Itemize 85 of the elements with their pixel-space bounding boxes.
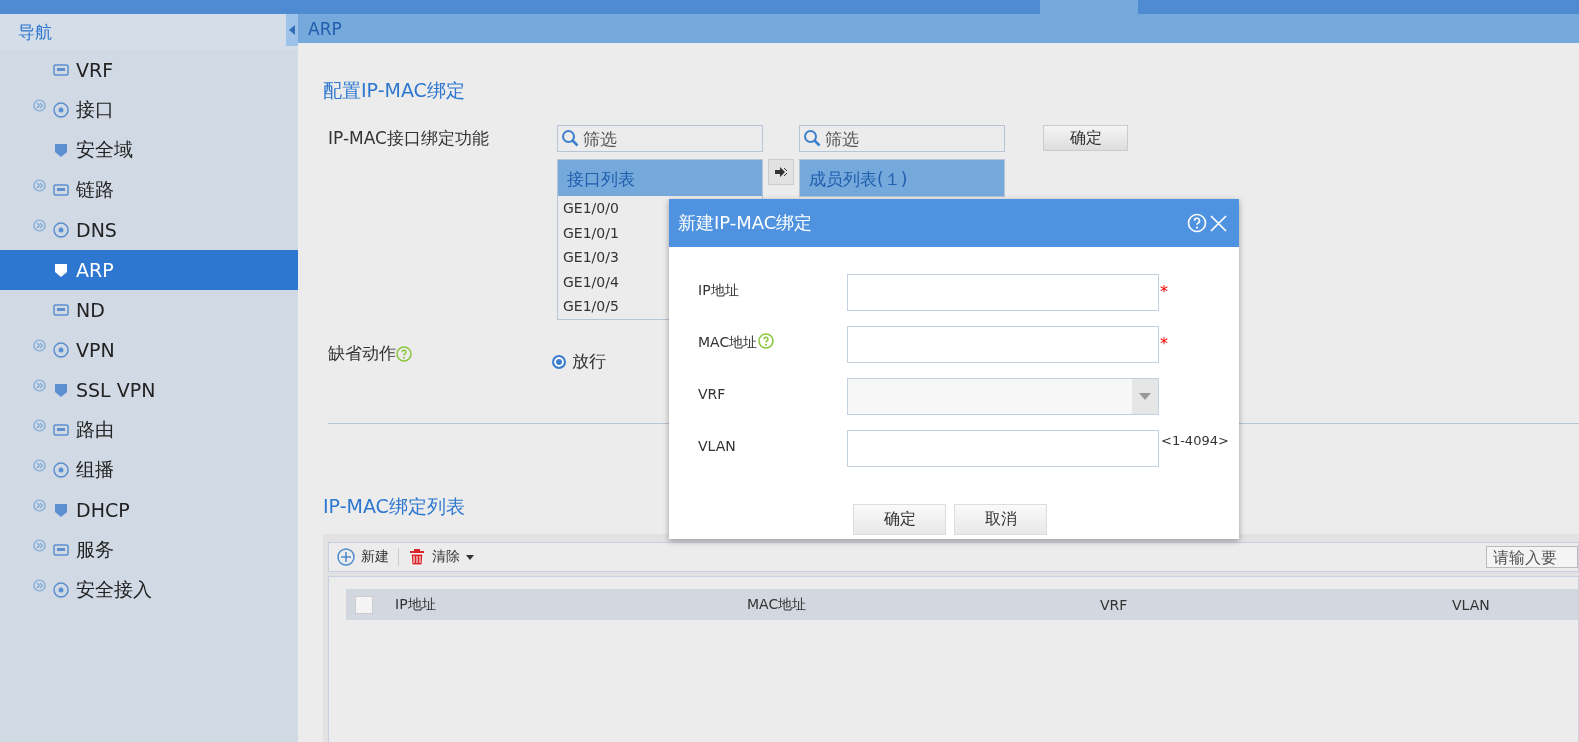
field-label: 缺省动作 <box>328 342 396 365</box>
section-title: IP-MAC绑定列表 <box>323 494 465 519</box>
menu-item-icon <box>52 541 70 559</box>
sidebar-item[interactable]: SSL VPN <box>0 370 298 410</box>
menu-item-icon <box>52 181 70 199</box>
expand-icon[interactable] <box>33 459 46 472</box>
menu-item-icon <box>52 501 70 519</box>
expand-icon[interactable] <box>33 99 46 112</box>
clear-button[interactable]: 清除 <box>405 548 477 566</box>
sidebar-item[interactable]: 链路 <box>0 170 298 210</box>
input-field[interactable] <box>847 274 1159 311</box>
column-header[interactable]: VRF <box>1100 596 1452 613</box>
menu-item-icon <box>52 261 70 279</box>
arrow-right-icon <box>775 167 787 178</box>
menu-item-icon <box>52 341 70 359</box>
caret-icon <box>1139 393 1151 400</box>
search-field[interactable]: 请输入要 <box>1486 546 1578 568</box>
field-label: VLAN <box>698 438 736 454</box>
select-all-checkbox[interactable] <box>355 595 373 614</box>
range-hint: <1-4094> <box>1161 433 1229 448</box>
radio-button[interactable] <box>552 354 566 369</box>
menu-item-icon <box>52 221 70 239</box>
sidebar-item[interactable]: VPN <box>0 330 298 370</box>
sidebar-title: 导航 <box>18 20 52 44</box>
sidebar-item[interactable]: DNS <box>0 210 298 250</box>
required-mark: * <box>1160 282 1168 301</box>
filter-field[interactable]: 筛选 <box>557 125 763 153</box>
menu-item-icon <box>52 421 70 439</box>
expand-icon[interactable] <box>33 579 46 592</box>
expand-icon[interactable] <box>33 499 46 512</box>
caret-icon <box>466 554 474 560</box>
expand-icon[interactable] <box>33 539 46 552</box>
field-label: MAC地址 <box>698 334 758 352</box>
collapse-sidebar-button[interactable] <box>286 14 298 46</box>
field-label: IP-MAC接口绑定功能 <box>328 127 490 151</box>
sidebar-item[interactable]: 安全域 <box>0 130 298 170</box>
menu-item-icon <box>52 141 70 159</box>
menu-item-icon <box>52 101 70 119</box>
dialog-button[interactable]: 确定 <box>853 504 946 535</box>
radio-option[interactable]: 放行 <box>552 350 606 373</box>
menu-item-icon <box>52 301 70 319</box>
expand-icon[interactable] <box>33 219 46 232</box>
dialog-title: 新建IP-MAC绑定 <box>678 211 814 235</box>
confirm-button[interactable]: 确定 <box>1043 125 1128 152</box>
trash-icon <box>408 548 426 566</box>
menu-item-icon <box>52 61 70 79</box>
field-label: IP地址 <box>698 282 739 300</box>
filter-field[interactable]: 筛选 <box>799 125 1005 153</box>
close-icon[interactable] <box>1210 214 1227 232</box>
field-label: VRF <box>698 386 726 402</box>
menu-item-icon <box>52 381 70 399</box>
expand-icon[interactable] <box>33 179 46 192</box>
sidebar-item[interactable]: 安全接入 <box>0 570 298 610</box>
column-header[interactable]: MAC地址 <box>747 595 1100 614</box>
expand-icon[interactable] <box>33 419 46 432</box>
sidebar-item[interactable]: ARP <box>0 250 298 290</box>
move-right-button[interactable] <box>768 159 794 186</box>
input-field[interactable] <box>847 430 1159 467</box>
list-header: 成员列表(１) <box>800 160 1004 197</box>
new-button[interactable]: 新建 <box>334 548 392 566</box>
menu-item-icon <box>52 581 70 599</box>
column-header[interactable]: VLAN <box>1452 596 1490 613</box>
sidebar-item[interactable]: DHCP <box>0 490 298 530</box>
menu-item-icon <box>52 461 70 479</box>
expand-icon[interactable] <box>33 339 46 352</box>
column-header[interactable]: IP地址 <box>395 595 747 614</box>
expand-icon[interactable] <box>33 379 46 392</box>
sidebar-item[interactable]: 接口 <box>0 90 298 130</box>
page-title: ARP <box>308 18 342 39</box>
section-title: 配置IP-MAC绑定 <box>323 78 465 104</box>
triangle-left-icon <box>289 25 295 35</box>
dialog-button[interactable]: 取消 <box>954 504 1047 535</box>
vrf-dropdown[interactable] <box>847 378 1159 415</box>
required-mark: * <box>1160 334 1168 353</box>
sidebar-item[interactable]: 组播 <box>0 450 298 490</box>
active-tab[interactable] <box>1040 0 1138 14</box>
help-icon[interactable] <box>396 345 412 362</box>
input-field[interactable] <box>847 326 1159 363</box>
sidebar-item[interactable]: 路由 <box>0 410 298 450</box>
plus-icon <box>337 548 355 566</box>
help-icon[interactable] <box>758 333 775 349</box>
list-header: 接口列表 <box>558 160 762 197</box>
sidebar-item[interactable]: VRF <box>0 50 298 90</box>
sidebar-item[interactable]: 服务 <box>0 530 298 570</box>
sidebar-item[interactable]: ND <box>0 290 298 330</box>
